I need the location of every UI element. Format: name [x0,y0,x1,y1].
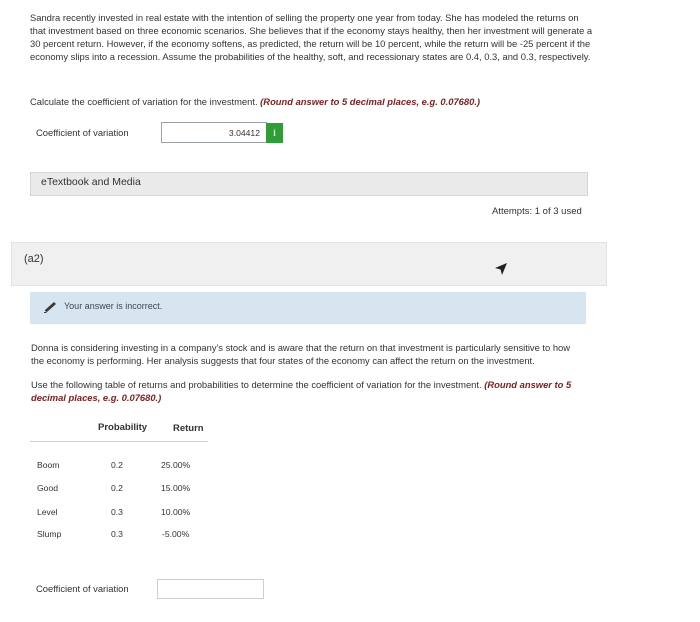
coefficient-input-value: 3.04412 [228,128,260,138]
row-state: Boom [37,460,60,470]
rounding-note: (Round answer to 5 decimal places, e.g. … [260,96,481,107]
pencil-icon [44,300,58,318]
row-state: Good [37,483,59,493]
row-state: Slump [37,529,62,539]
row-return: -5.00% [162,529,190,539]
row-return: 10.00% [161,507,191,517]
attempts-counter: Attempts: 1 of 3 used [492,206,582,217]
mouse-cursor-icon [494,262,508,281]
coefficient-input[interactable]: 3.04412 [161,122,267,143]
feedback-text: Your answer is incorrect. [64,301,163,311]
coefficient-label: Coefficient of variation [36,127,129,138]
row-probability: 0.3 [111,529,123,539]
table-divider [30,441,208,442]
coefficient-label-2: Coefficient of variation [36,583,129,594]
header-probability: Probability [98,422,148,433]
instruction-text-2: Use the following table of returns and p… [31,379,482,390]
section-header [11,242,607,286]
question-paragraph-2: Donna is considering investing in a comp… [31,342,571,366]
header-return: Return [173,423,204,434]
row-probability: 0.2 [111,483,123,493]
question-instruction: Calculate the coefficient of variation f… [30,95,590,108]
coefficient-input-2[interactable] [157,579,264,599]
row-return: 25.00% [161,460,191,470]
row-probability: 0.2 [111,460,123,470]
question-paragraph: Sandra recently invested in real estate … [30,12,593,62]
section-label: (a2) [24,253,44,265]
instruction-text: Calculate the coefficient of variation f… [30,96,258,107]
info-icon[interactable]: i [266,123,283,143]
row-probability: 0.3 [111,507,123,517]
etextbook-label[interactable]: eTextbook and Media [41,176,141,188]
question-instruction-2: Use the following table of returns and p… [31,378,597,404]
row-state: Level [37,507,58,517]
row-return: 15.00% [161,483,191,493]
